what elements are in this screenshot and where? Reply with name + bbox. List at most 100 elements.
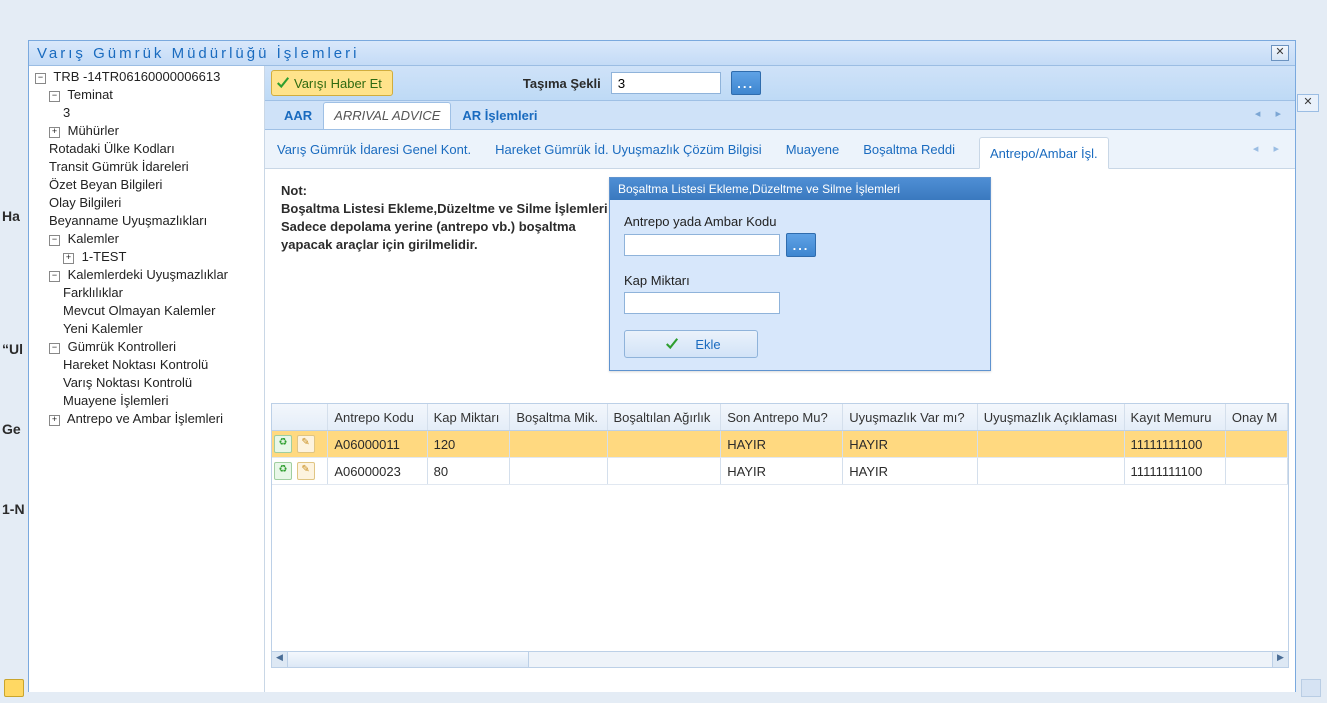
tree-leaf[interactable]: Hareket Noktası Kontrolü xyxy=(63,357,208,372)
tree-leaf[interactable]: Olay Bilgileri xyxy=(49,195,121,210)
inner-tabstrip: Varış Gümrük İdaresi Genel Kont. Hareket… xyxy=(265,130,1295,169)
grid-cell[interactable] xyxy=(607,458,721,485)
ekle-button[interactable]: Ekle xyxy=(624,330,758,358)
row-edit-icon[interactable]: ✎ xyxy=(297,462,315,480)
tasima-sekli-input[interactable] xyxy=(611,72,721,94)
tree-node-antrepo-ambar[interactable]: Antrepo ve Ambar İşlemleri xyxy=(67,411,223,426)
table-row[interactable]: ♻ ✎ A06000011 120 HAYIR HAYIR xyxy=(272,431,1288,458)
scroll-thumb[interactable] xyxy=(288,652,529,667)
itab-antrepo-ambar[interactable]: Antrepo/Ambar İşl. xyxy=(979,137,1109,169)
row-edit-icon[interactable]: ✎ xyxy=(297,435,315,453)
tree-leaf-1test[interactable]: 1-TEST xyxy=(82,249,127,264)
grid-cell[interactable] xyxy=(607,431,721,458)
tree-leaf[interactable]: Farklılıklar xyxy=(63,285,123,300)
tab-arrival-advice[interactable]: ARRIVAL ADVICE xyxy=(323,102,451,129)
window-close-button[interactable]: ✕ xyxy=(1271,45,1289,61)
grid-cell[interactable] xyxy=(977,458,1124,485)
grid-cell[interactable]: A06000011 xyxy=(328,431,427,458)
tree-toggle[interactable]: + xyxy=(49,415,60,426)
tree-node-kalemler[interactable]: Kalemler xyxy=(68,231,119,246)
tree-toggle[interactable]: + xyxy=(49,127,60,138)
grid-cell[interactable]: HAYIR xyxy=(721,431,843,458)
col-onay[interactable]: Onay M xyxy=(1225,404,1287,431)
aux-close-button[interactable]: ✕ xyxy=(1297,94,1319,112)
itab-bosaltma-reddi[interactable]: Boşaltma Reddi xyxy=(863,130,955,168)
tree-toggle[interactable]: − xyxy=(49,235,60,246)
tree-toggle[interactable]: − xyxy=(49,343,60,354)
haber-et-button[interactable]: Varışı Haber Et xyxy=(271,70,393,96)
haber-et-label: Varışı Haber Et xyxy=(294,76,382,91)
grid-header-actions xyxy=(272,404,328,431)
grid-cell[interactable]: HAYIR xyxy=(721,458,843,485)
tree-node-kalem-uyusmazlik[interactable]: Kalemlerdeki Uyuşmazlıklar xyxy=(68,267,228,282)
antrepo-kodu-lookup-button[interactable]: ... xyxy=(786,233,816,257)
col-kap-miktari[interactable]: Kap Miktarı xyxy=(427,404,510,431)
grid-cell[interactable]: 120 xyxy=(427,431,510,458)
inner-tab-body: Not: Boşaltma Listesi Ekleme,Düzeltme ve… xyxy=(265,169,1295,692)
row-delete-icon[interactable]: ♻ xyxy=(274,462,292,480)
tree-toggle[interactable]: − xyxy=(49,91,60,102)
grid-cell[interactable]: 80 xyxy=(427,458,510,485)
tree-leaf[interactable]: Mevcut Olmayan Kalemler xyxy=(63,303,215,318)
col-son-antrepo[interactable]: Son Antrepo Mu? xyxy=(721,404,843,431)
grid-header-row: Antrepo Kodu Kap Miktarı Boşaltma Mik. B… xyxy=(272,404,1288,431)
background-chip xyxy=(4,679,24,697)
tree-leaf[interactable]: Yeni Kalemler xyxy=(63,321,143,336)
bosaltma-grid[interactable]: Antrepo Kodu Kap Miktarı Boşaltma Mik. B… xyxy=(272,404,1288,485)
tree-node-gumruk-kontrol[interactable]: Gümrük Kontrolleri xyxy=(68,339,176,354)
tree-leaf-teminat-value[interactable]: 3 xyxy=(63,105,70,120)
window-titlebar[interactable]: Varış Gümrük Müdürlüğü İşlemleri ✕ xyxy=(29,41,1295,66)
tree-leaf[interactable]: Varış Noktası Kontrolü xyxy=(63,375,192,390)
itab-genel-kont[interactable]: Varış Gümrük İdaresi Genel Kont. xyxy=(277,130,471,168)
col-bosaltma-mik[interactable]: Boşaltma Mik. xyxy=(510,404,607,431)
tree-toggle[interactable]: − xyxy=(49,271,60,282)
tasima-sekli-lookup-button[interactable]: ... xyxy=(731,71,761,95)
window-body: − TRB -14TR06160000006613 − Teminat 3 + … xyxy=(29,66,1295,692)
tree-toggle[interactable]: − xyxy=(35,73,46,84)
grid-cell[interactable] xyxy=(977,431,1124,458)
tree-node-muhurler[interactable]: Mühürler xyxy=(68,123,119,138)
tree-node-teminat[interactable]: Teminat xyxy=(67,87,113,102)
itab-nav-arrows[interactable]: ◂ ▸ xyxy=(1253,142,1285,155)
col-kayit-memuru[interactable]: Kayıt Memuru xyxy=(1124,404,1225,431)
grid-cell[interactable] xyxy=(510,458,607,485)
tab-aar[interactable]: AAR xyxy=(273,102,323,129)
scroll-track[interactable] xyxy=(288,652,1272,667)
tree-leaf[interactable]: Özet Beyan Bilgileri xyxy=(49,177,162,192)
tree-leaf[interactable]: Beyanname Uyuşmazlıkları xyxy=(49,213,207,228)
col-bosaltilan-agirlik[interactable]: Boşaltılan Ağırlık xyxy=(607,404,721,431)
grid-cell[interactable]: HAYIR xyxy=(843,431,977,458)
tree-root[interactable]: TRB -14TR06160000006613 xyxy=(53,69,220,84)
aux-resize-grip[interactable] xyxy=(1301,679,1321,697)
grid-cell[interactable]: A06000023 xyxy=(328,458,427,485)
itab-uyusmazlik-cozum[interactable]: Hareket Gümrük İd. Uyuşmazlık Çözüm Bilg… xyxy=(495,130,762,168)
tree-leaf[interactable]: Muayene İşlemleri xyxy=(63,393,169,408)
check-icon xyxy=(665,337,679,351)
grid-cell[interactable] xyxy=(1225,458,1287,485)
note-title: Not: xyxy=(281,183,617,198)
tree-toggle[interactable]: + xyxy=(63,253,74,264)
antrepo-kodu-input[interactable] xyxy=(624,234,780,256)
tab-ar-islemleri[interactable]: AR İşlemleri xyxy=(451,102,548,129)
col-antrepo-kodu[interactable]: Antrepo Kodu xyxy=(328,404,427,431)
grid-cell[interactable] xyxy=(1225,431,1287,458)
grid-cell[interactable] xyxy=(510,431,607,458)
tab-nav-arrows[interactable]: ◂ ▸ xyxy=(1255,107,1287,120)
grid-cell[interactable]: 11111111100 xyxy=(1124,458,1225,485)
col-uyusmazlik-aciklama[interactable]: Uyuşmazlık Açıklaması xyxy=(977,404,1124,431)
note-body: Boşaltma Listesi Ekleme,Düzeltme ve Silm… xyxy=(281,200,617,255)
grid-horizontal-scrollbar[interactable]: ◀ ▶ xyxy=(271,651,1289,668)
row-delete-icon[interactable]: ♻ xyxy=(274,435,292,453)
kap-miktari-input[interactable] xyxy=(624,292,780,314)
col-uyusmazlik-var[interactable]: Uyuşmazlık Var mı? xyxy=(843,404,977,431)
tree-leaf[interactable]: Rotadaki Ülke Kodları xyxy=(49,141,175,156)
tasima-sekli-label: Taşıma Şekli xyxy=(523,76,601,91)
scroll-right-arrow[interactable]: ▶ xyxy=(1272,652,1288,667)
desktop-shell: Ha “Ul Ge 1-N 2-U 3-T be Tal 4- ku İşle … xyxy=(0,0,1327,703)
grid-cell[interactable]: HAYIR xyxy=(843,458,977,485)
tree-leaf[interactable]: Transit Gümrük İdareleri xyxy=(49,159,189,174)
scroll-left-arrow[interactable]: ◀ xyxy=(272,652,288,667)
table-row[interactable]: ♻ ✎ A06000023 80 HAYIR HAYIR xyxy=(272,458,1288,485)
itab-muayene[interactable]: Muayene xyxy=(786,130,839,168)
grid-cell[interactable]: 11111111100 xyxy=(1124,431,1225,458)
